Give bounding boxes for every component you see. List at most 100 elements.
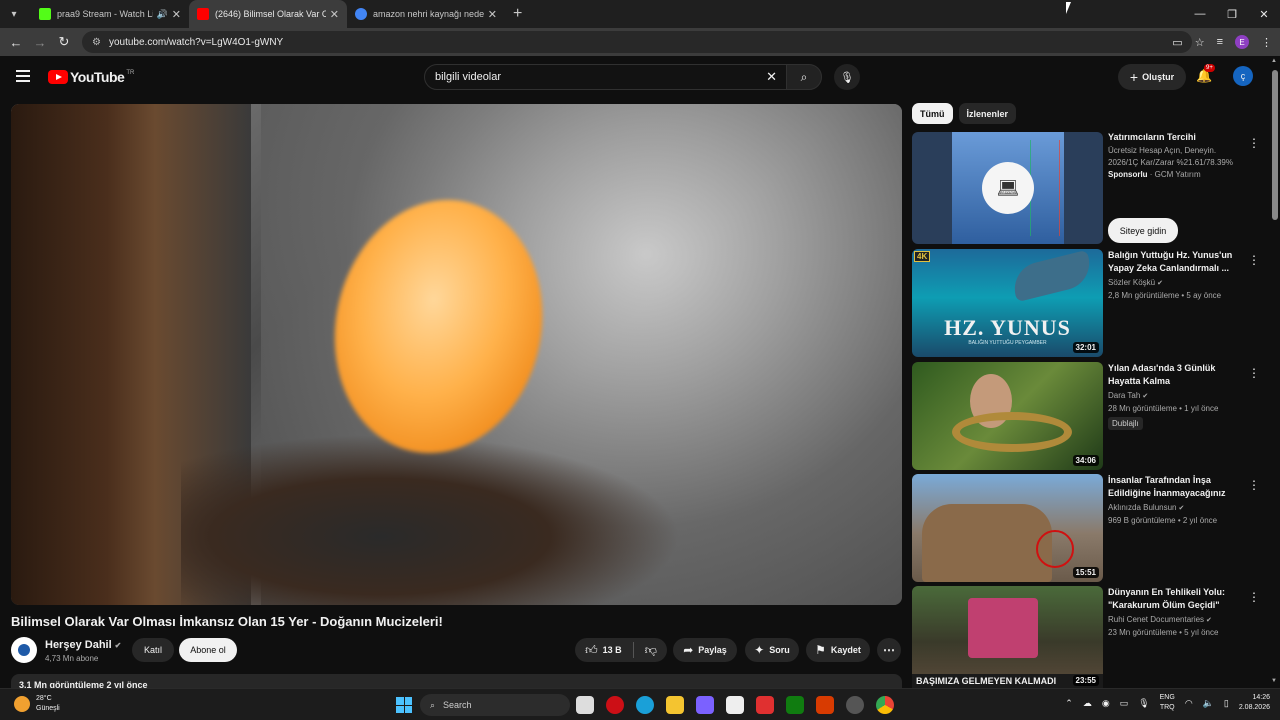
recommendation-channel-row[interactable]: Sözler Köşkü ✔ [1108, 278, 1163, 287]
more-options-icon[interactable]: ⋮ [1248, 366, 1260, 380]
ask-button[interactable]: ✦ Soru [745, 638, 799, 662]
tab-title: amazon nehri kaynağı neden va [373, 9, 484, 19]
chrome-menu-icon[interactable]: ⋮ [1261, 36, 1272, 49]
create-button[interactable]: + Oluştur [1118, 64, 1186, 90]
more-actions-button[interactable]: ⋯ [877, 638, 901, 662]
clock[interactable]: 14:26 2.08.2026 [1239, 693, 1270, 713]
steam-icon[interactable] [846, 696, 864, 714]
windows-start-icon[interactable] [396, 697, 412, 713]
save-button[interactable]: ⚑ Kaydet [806, 638, 870, 662]
chrome-icon[interactable] [876, 696, 894, 714]
video-thumbnail[interactable]: BAŞIMIZA GELMEYEN KALMADI 23:55 [912, 586, 1103, 688]
voice-search-button[interactable]: 🎙 [834, 64, 860, 90]
onedrive-icon[interactable]: ☁ [1083, 698, 1092, 709]
close-tab-icon[interactable]: ✕ [330, 8, 339, 21]
more-options-icon[interactable]: ⋮ [1248, 253, 1260, 267]
more-options-icon[interactable]: ⋮ [1248, 478, 1260, 492]
temperature: 28°C [36, 695, 52, 702]
bookmark-star-icon[interactable]: ☆ [1195, 36, 1205, 49]
app-w-icon[interactable] [756, 696, 774, 714]
video-thumbnail[interactable]: 34:06 [912, 362, 1103, 470]
like-icon[interactable]: 👍︎ [585, 643, 598, 658]
browser-tab[interactable]: amazon nehri kaynağı neden va ✕ [347, 0, 505, 28]
app-red-icon[interactable] [816, 696, 834, 714]
recommendation-channel-row[interactable]: Aklınızda Bulunsun ✔ [1108, 503, 1184, 512]
recommendation-item[interactable]: 15:51 İnsanlar Tarafından İnşa Edildiğin… [912, 474, 1262, 582]
recommendation-channel-row[interactable]: Dara Tah ✔ [1108, 391, 1148, 400]
youtube-logo[interactable]: YouTube TR [48, 69, 134, 85]
subscribe-button[interactable]: Abone ol [179, 638, 237, 662]
close-tab-icon[interactable]: ✕ [172, 8, 181, 21]
recommendation-title[interactable]: Yılan Adası'nda 3 Günlük Hayatta Kalma [1108, 362, 1246, 388]
more-options-icon[interactable]: ⋮ [1248, 136, 1260, 150]
recommendation-title[interactable]: İnsanlar Tarafından İnşa Edildiğine İnan… [1108, 474, 1246, 500]
recommendation-channel-row[interactable]: Ruhi Cenet Documentaries ✔ [1108, 615, 1212, 624]
chip-all[interactable]: Tümü [912, 103, 953, 124]
browser-tab-active[interactable]: (2646) Bilimsel Olarak Var Olma ✕ [189, 0, 347, 28]
recommendation-item[interactable]: 4K HZ. YUNUS BALIĞIN YUTTUĞU PEYGAMBER 3… [912, 249, 1262, 357]
recommendation-item[interactable]: BAŞIMIZA GELMEYEN KALMADI 23:55 Dünyanın… [912, 586, 1262, 688]
more-options-icon[interactable]: ⋮ [1248, 590, 1260, 604]
clock-date: 2.08.2026 [1238, 704, 1270, 711]
video-thumbnail[interactable]: 15:51 [912, 474, 1103, 582]
scroll-up-icon[interactable]: ▲ [1271, 58, 1277, 64]
search-input[interactable]: bilgili videolar ✕ [424, 64, 788, 90]
close-window-icon[interactable]: ✕ [1248, 0, 1280, 28]
store-icon[interactable] [726, 696, 744, 714]
forward-arrow-icon[interactable]: → [28, 35, 52, 50]
new-tab-button[interactable]: + [513, 5, 522, 23]
recommendation-title[interactable]: Balığın Yuttuğu Hz. Yunus'un Yapay Zeka … [1108, 249, 1246, 275]
url-field[interactable]: ⚙ youtube.com/watch?v=LgW4O1-gWNY [82, 31, 1192, 53]
tab-search-menu-button[interactable]: ▾ [5, 5, 23, 23]
taskbar-search[interactable]: ⌕ Search [420, 694, 570, 716]
account-avatar[interactable]: ç [1233, 66, 1253, 86]
reload-icon[interactable]: ↻ [52, 34, 76, 50]
dubbed-badge: Dublajlı [1108, 417, 1143, 430]
channel-avatar[interactable] [11, 637, 37, 663]
steam-tray-icon[interactable]: ◉ [1102, 698, 1110, 709]
like-count[interactable]: 13 B [603, 645, 622, 655]
scroll-down-icon[interactable]: ▼ [1271, 678, 1277, 684]
search-button[interactable]: ⌕ [786, 64, 822, 90]
minimize-icon[interactable]: — [1184, 0, 1216, 28]
video-player[interactable] [11, 104, 902, 605]
scrollbar-thumb[interactable] [1272, 70, 1278, 220]
recommendation-item[interactable]: 34:06 Yılan Adası'nda 3 Günlük Hayatta K… [912, 362, 1262, 470]
task-view-icon[interactable] [576, 696, 594, 714]
mic-tray-icon[interactable]: 🎙 [1138, 698, 1149, 709]
share-button[interactable]: ➦ Paylaş [673, 638, 737, 662]
dislike-icon[interactable]: 👎︎ [645, 643, 657, 658]
channel-name-row[interactable]: Herşey Dahil ✔ [45, 639, 121, 651]
visit-site-button[interactable]: Siteye gidin [1108, 218, 1178, 243]
chip-watched[interactable]: İzlenenler [958, 103, 1017, 124]
weather-widget[interactable]: 28°C Güneşli [14, 694, 60, 714]
recommendation-title[interactable]: Dünyanın En Tehlikeli Yolu: "Karakurum Ö… [1108, 586, 1246, 612]
sponsored-ad[interactable]: 💻︎ Yatırımcıların Tercihi Ücretsiz Hesap… [912, 132, 1262, 244]
close-tab-icon[interactable]: ✕ [488, 8, 497, 21]
profile-avatar[interactable]: E [1235, 35, 1249, 49]
browser-tab[interactable]: praa9 Stream - Watch Live 🔊 ✕ [31, 0, 189, 28]
volume-icon[interactable]: 🔈 [1203, 698, 1214, 709]
file-explorer-icon[interactable] [666, 696, 684, 714]
battery-icon[interactable]: ▯ [1224, 698, 1229, 709]
tray-overflow-icon[interactable]: ⌃ [1065, 698, 1073, 709]
wifi-icon[interactable]: ◠ [1185, 698, 1193, 709]
back-arrow-icon[interactable]: ← [4, 35, 28, 50]
ad-thumbnail[interactable]: 💻︎ [912, 132, 1103, 244]
video-thumbnail[interactable]: 4K HZ. YUNUS BALIĞIN YUTTUĞU PEYGAMBER 3… [912, 249, 1103, 357]
language-indicator[interactable]: ENG TRQ [1160, 693, 1175, 713]
edge-icon[interactable] [636, 696, 654, 714]
usb-icon[interactable]: ▭ [1120, 698, 1129, 709]
clear-search-icon[interactable]: ✕ [766, 69, 777, 85]
speaker-icon[interactable]: 🔊 [157, 9, 168, 20]
opera-icon[interactable] [606, 696, 624, 714]
site-info-icon[interactable]: ⚙ [92, 37, 101, 48]
xbox-icon[interactable] [786, 696, 804, 714]
notifications-button[interactable]: 🔔 9+ [1196, 64, 1215, 84]
copilot-icon[interactable] [696, 696, 714, 714]
menu-hamburger-icon[interactable] [16, 70, 30, 82]
cast-icon[interactable]: ▭ [1172, 36, 1182, 49]
maximize-icon[interactable]: ❐ [1216, 0, 1248, 28]
reading-list-icon[interactable]: ≡ [1217, 36, 1223, 48]
join-button[interactable]: Katıl [132, 638, 174, 662]
